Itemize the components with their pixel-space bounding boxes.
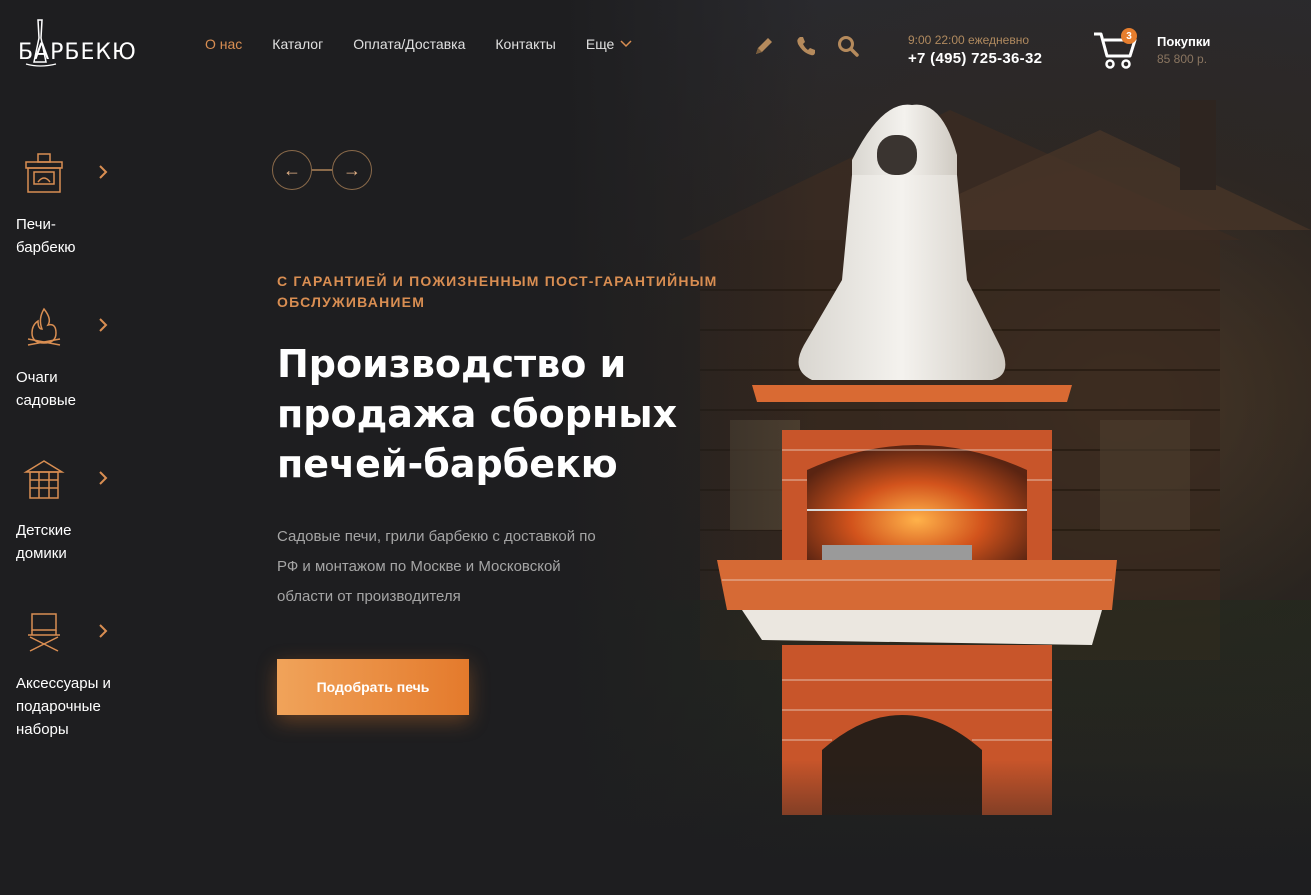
nav-more-dropdown[interactable]: Еще (586, 36, 633, 52)
label-line: садовые (16, 392, 77, 409)
brand-logo[interactable]: БАРБЕКЮ (16, 18, 141, 70)
sidebar-item-label: Печи- барбекю (16, 213, 126, 259)
main-nav: О нас Каталог Оплата/Доставка Контакты Е… (205, 36, 662, 52)
nav-item-catalog[interactable]: Каталог (272, 36, 323, 52)
hero-description: Садовые печи, грили барбекю с доставкой … (277, 528, 596, 605)
label-line: Аксессуары и (16, 675, 111, 692)
sidebar-item-accessories[interactable]: Аксессуары и подарочные наборы (16, 611, 126, 741)
slider-prev-button[interactable]: ← (272, 150, 312, 190)
label-line: домики (16, 545, 67, 562)
headline-line: печей-барбекю (277, 442, 618, 486)
label-line: подарочные (16, 698, 101, 715)
bottom-fade (0, 760, 1311, 895)
sidebar-item-label: Очаги садовые (16, 366, 126, 412)
label-line: Очаги (16, 369, 58, 386)
sidebar-item-garden-hearths[interactable]: Очаги садовые (16, 305, 126, 412)
chevron-right-icon (99, 165, 108, 179)
fire-icon (27, 307, 61, 346)
label-line: Печи- (16, 216, 56, 233)
nav-item-payment-delivery[interactable]: Оплата/Доставка (353, 36, 465, 52)
header-actions (752, 34, 860, 58)
search-icon[interactable] (836, 34, 860, 58)
slider-next-button[interactable]: → (332, 150, 372, 190)
hero-eyebrow: С ГАРАНТИЕЙ И ПОЖИЗНЕННЫМ ПОСТ-ГАРАНТИЙН… (277, 273, 718, 310)
hours-text: 9:00 22:00 ежедневно (908, 33, 1030, 47)
label-line: наборы (16, 721, 69, 738)
headline-line: Производство и (277, 342, 627, 386)
chevron-down-icon (620, 40, 632, 48)
sidebar-item-bbq-stoves[interactable]: Печи- барбекю (16, 152, 126, 259)
nav-item-about[interactable]: О нас (205, 36, 242, 52)
cart-total: 85 800 р. (1157, 52, 1208, 66)
stove-icon (25, 153, 63, 193)
sidebar-item-label: Детские домики (16, 519, 126, 565)
label-line: барбекю (16, 239, 76, 256)
cart-count-badge: 3 (1121, 28, 1137, 44)
phone-number[interactable]: +7 (495) 725-36-32 (908, 50, 1042, 67)
headline-line: продажа сборных (277, 392, 678, 436)
hero-headline: Производство и продажа сборных печей-бар… (277, 339, 747, 489)
sidebar-item-label: Аксессуары и подарочные наборы (16, 672, 126, 741)
nav-more-label: Еще (585, 36, 615, 52)
pencil-icon[interactable] (752, 34, 776, 58)
chevron-right-icon (99, 624, 108, 638)
gazebo-icon (23, 460, 65, 499)
choose-stove-button[interactable]: Подобрать печь (277, 659, 469, 715)
phone-icon[interactable] (794, 34, 818, 58)
logo-text: БАРБЕКЮ (18, 40, 137, 65)
chevron-right-icon (99, 471, 108, 485)
cart-label: Покупки (1157, 34, 1211, 49)
nav-item-contacts[interactable]: Контакты (495, 36, 555, 52)
chevron-right-icon (99, 318, 108, 332)
chair-icon (28, 613, 60, 652)
cart-summary[interactable]: Покупки 85 800 р. (1157, 34, 1210, 66)
slider-divider (312, 169, 332, 171)
sidebar-item-kids-houses[interactable]: Детские домики (16, 458, 126, 565)
slider-controls: ← → (272, 150, 372, 190)
label-line: Детские (16, 522, 72, 539)
bbq-stove-image (717, 104, 1117, 815)
working-hours: 9:00 22:00 ежедневно +7 (495) 725-36-32 (908, 33, 1042, 67)
